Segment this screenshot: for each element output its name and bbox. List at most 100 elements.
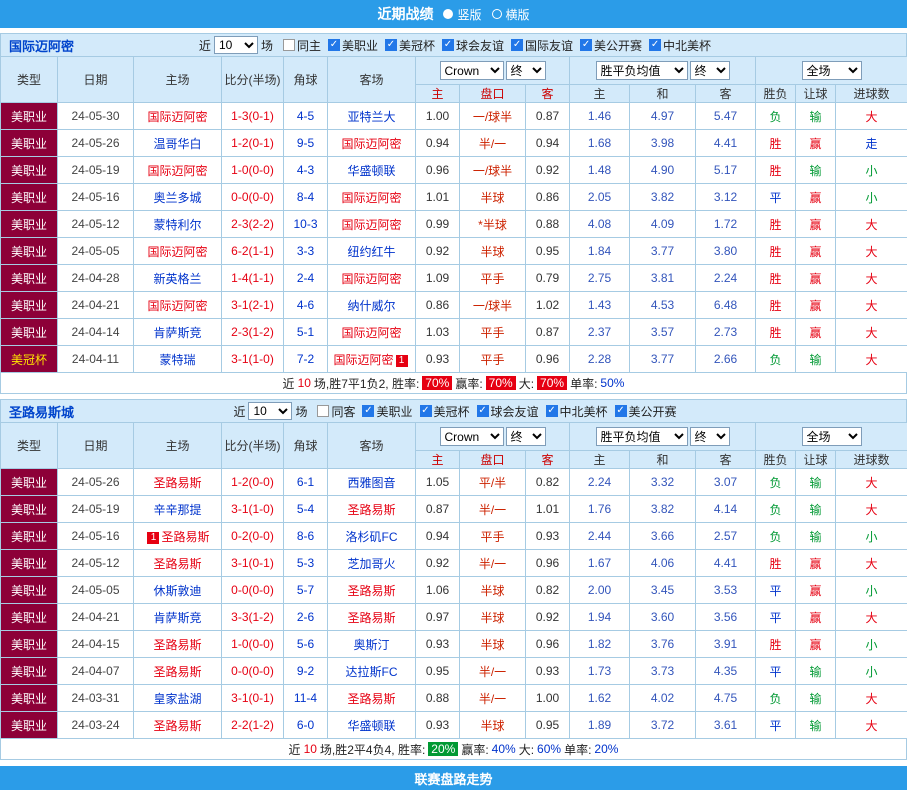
home-team[interactable]: 温哥华白 xyxy=(134,130,222,157)
team-link[interactable]: 纳什威尔 xyxy=(347,299,395,313)
home-team[interactable]: 圣路易斯 xyxy=(134,550,222,577)
away-team[interactable]: 洛杉矶FC xyxy=(328,523,416,550)
team-link[interactable]: 国际迈阿密 xyxy=(341,191,401,205)
team-link[interactable]: 圣路易斯 xyxy=(153,476,201,490)
checkbox-icon[interactable]: ✓ xyxy=(580,39,592,51)
team-link[interactable]: 皇家盐湖 xyxy=(153,692,201,706)
team-link[interactable]: 西雅图音 xyxy=(347,476,395,490)
radio-selected-icon[interactable] xyxy=(443,9,453,19)
checkbox-icon[interactable]: ✓ xyxy=(649,39,661,51)
away-team[interactable]: 亚特兰大 xyxy=(328,103,416,130)
home-team[interactable]: 新英格兰 xyxy=(134,265,222,292)
europe-odds-select[interactable]: 胜平负均值 xyxy=(596,61,688,80)
team-link[interactable]: 圣路易斯 xyxy=(347,611,395,625)
odds-state-select[interactable]: 终 xyxy=(506,61,546,80)
filter-checkbox[interactable]: ✓球会友谊 xyxy=(442,37,504,54)
team-link[interactable]: 蒙特利尔 xyxy=(153,218,201,232)
away-team[interactable]: 华盛顿联 xyxy=(328,157,416,184)
team-link[interactable]: 圣路易斯 xyxy=(161,530,209,544)
home-team[interactable]: 圣路易斯 xyxy=(134,469,222,496)
away-team[interactable]: 国际迈阿密 xyxy=(328,319,416,346)
team-link[interactable]: 圣路易斯 xyxy=(153,719,201,733)
checkbox-icon[interactable]: ✓ xyxy=(477,405,489,417)
team-link[interactable]: 国际迈阿密 xyxy=(147,299,207,313)
checkbox-icon[interactable]: ✓ xyxy=(615,405,627,417)
team-link[interactable]: 国际迈阿密 xyxy=(341,218,401,232)
filter-checkbox[interactable]: ✓球会友谊 xyxy=(477,403,539,420)
bookmaker-select[interactable]: Crown xyxy=(440,427,504,446)
team-link[interactable]: 华盛顿联 xyxy=(347,164,395,178)
team-link[interactable]: 国际迈阿密 xyxy=(147,110,207,124)
checkbox-icon[interactable]: ✓ xyxy=(328,39,340,51)
team-link[interactable]: 圣路易斯 xyxy=(153,557,201,571)
team-link[interactable]: 圣路易斯 xyxy=(347,692,395,706)
team-link[interactable]: 圣路易斯 xyxy=(153,638,201,652)
radio-vertical-layout[interactable]: 竖版 xyxy=(443,6,481,23)
home-team[interactable]: 国际迈阿密 xyxy=(134,292,222,319)
home-team[interactable]: 肯萨斯竞 xyxy=(134,604,222,631)
team-link[interactable]: 国际迈阿密 xyxy=(341,272,401,286)
team-link[interactable]: 圣路易斯 xyxy=(347,584,395,598)
home-team[interactable]: 肯萨斯竞 xyxy=(134,319,222,346)
away-team[interactable]: 国际迈阿密 xyxy=(328,184,416,211)
checkbox-icon[interactable] xyxy=(317,405,329,417)
radio-unselected-icon[interactable] xyxy=(492,9,502,19)
away-team[interactable]: 圣路易斯 xyxy=(328,604,416,631)
team-link[interactable]: 华盛顿联 xyxy=(347,719,395,733)
team-link[interactable]: 温哥华白 xyxy=(153,137,201,151)
team-link[interactable]: 圣路易斯 xyxy=(347,503,395,517)
team-link[interactable]: 肯萨斯竞 xyxy=(153,611,201,625)
away-team[interactable]: 纽约红牛 xyxy=(328,238,416,265)
team-link[interactable]: 奥斯汀 xyxy=(353,638,389,652)
team-link[interactable]: 圣路易斯 xyxy=(153,665,201,679)
team-link[interactable]: 蒙特瑞 xyxy=(159,353,195,367)
filter-checkbox[interactable]: ✓美职业 xyxy=(362,403,412,420)
team-link[interactable]: 辛辛那提 xyxy=(153,503,201,517)
home-team[interactable]: 圣路易斯 xyxy=(134,658,222,685)
home-team[interactable]: 蒙特利尔 xyxy=(134,211,222,238)
checkbox-icon[interactable] xyxy=(283,39,295,51)
home-team[interactable]: 圣路易斯 xyxy=(134,631,222,658)
away-team[interactable]: 国际迈阿密 xyxy=(328,211,416,238)
home-team[interactable]: 国际迈阿密 xyxy=(134,157,222,184)
team-name[interactable]: 国际迈阿密 xyxy=(9,36,74,55)
odds-state-select[interactable]: 终 xyxy=(506,427,546,446)
home-team[interactable]: 辛辛那提 xyxy=(134,496,222,523)
home-team[interactable]: 国际迈阿密 xyxy=(134,103,222,130)
europe-state-select[interactable]: 终 xyxy=(690,427,730,446)
team-link[interactable]: 芝加哥火 xyxy=(347,557,395,571)
filter-checkbox[interactable]: ✓美公开赛 xyxy=(580,37,642,54)
filter-checkbox[interactable]: 同客 xyxy=(317,403,355,420)
team-name[interactable]: 圣路易斯城 xyxy=(9,402,74,421)
away-team[interactable]: 国际迈阿密 xyxy=(328,130,416,157)
team-link[interactable]: 国际迈阿密 xyxy=(341,326,401,340)
bookmaker-select[interactable]: Crown xyxy=(440,61,504,80)
away-team[interactable]: 国际迈阿密 xyxy=(328,265,416,292)
filter-checkbox[interactable]: ✓美冠杯 xyxy=(420,403,470,420)
filter-checkbox[interactable]: ✓中北美杯 xyxy=(546,403,608,420)
away-team[interactable]: 国际迈阿密1 xyxy=(328,346,416,373)
team-link[interactable]: 洛杉矶FC xyxy=(346,530,398,544)
home-team[interactable]: 休斯敦迪 xyxy=(134,577,222,604)
away-team[interactable]: 纳什威尔 xyxy=(328,292,416,319)
home-team[interactable]: 圣路易斯 xyxy=(134,712,222,739)
team-link[interactable]: 国际迈阿密 xyxy=(147,164,207,178)
filter-checkbox[interactable]: ✓美职业 xyxy=(328,37,378,54)
filter-checkbox[interactable]: 同主 xyxy=(283,37,321,54)
checkbox-icon[interactable]: ✓ xyxy=(546,405,558,417)
checkbox-icon[interactable]: ✓ xyxy=(385,39,397,51)
away-team[interactable]: 华盛顿联 xyxy=(328,712,416,739)
filter-checkbox[interactable]: ✓美公开赛 xyxy=(615,403,677,420)
checkbox-icon[interactable]: ✓ xyxy=(362,405,374,417)
team-link[interactable]: 亚特兰大 xyxy=(347,110,395,124)
home-team[interactable]: 奥兰多城 xyxy=(134,184,222,211)
away-team[interactable]: 圣路易斯 xyxy=(328,496,416,523)
team-link[interactable]: 纽约红牛 xyxy=(347,245,395,259)
europe-odds-select[interactable]: 胜平负均值 xyxy=(596,427,688,446)
scope-select[interactable]: 全场 xyxy=(802,427,862,446)
team-link[interactable]: 肯萨斯竞 xyxy=(153,326,201,340)
team-link[interactable]: 国际迈阿密 xyxy=(333,353,393,367)
team-link[interactable]: 国际迈阿密 xyxy=(147,245,207,259)
scope-select[interactable]: 全场 xyxy=(802,61,862,80)
team-link[interactable]: 达拉斯FC xyxy=(346,665,398,679)
